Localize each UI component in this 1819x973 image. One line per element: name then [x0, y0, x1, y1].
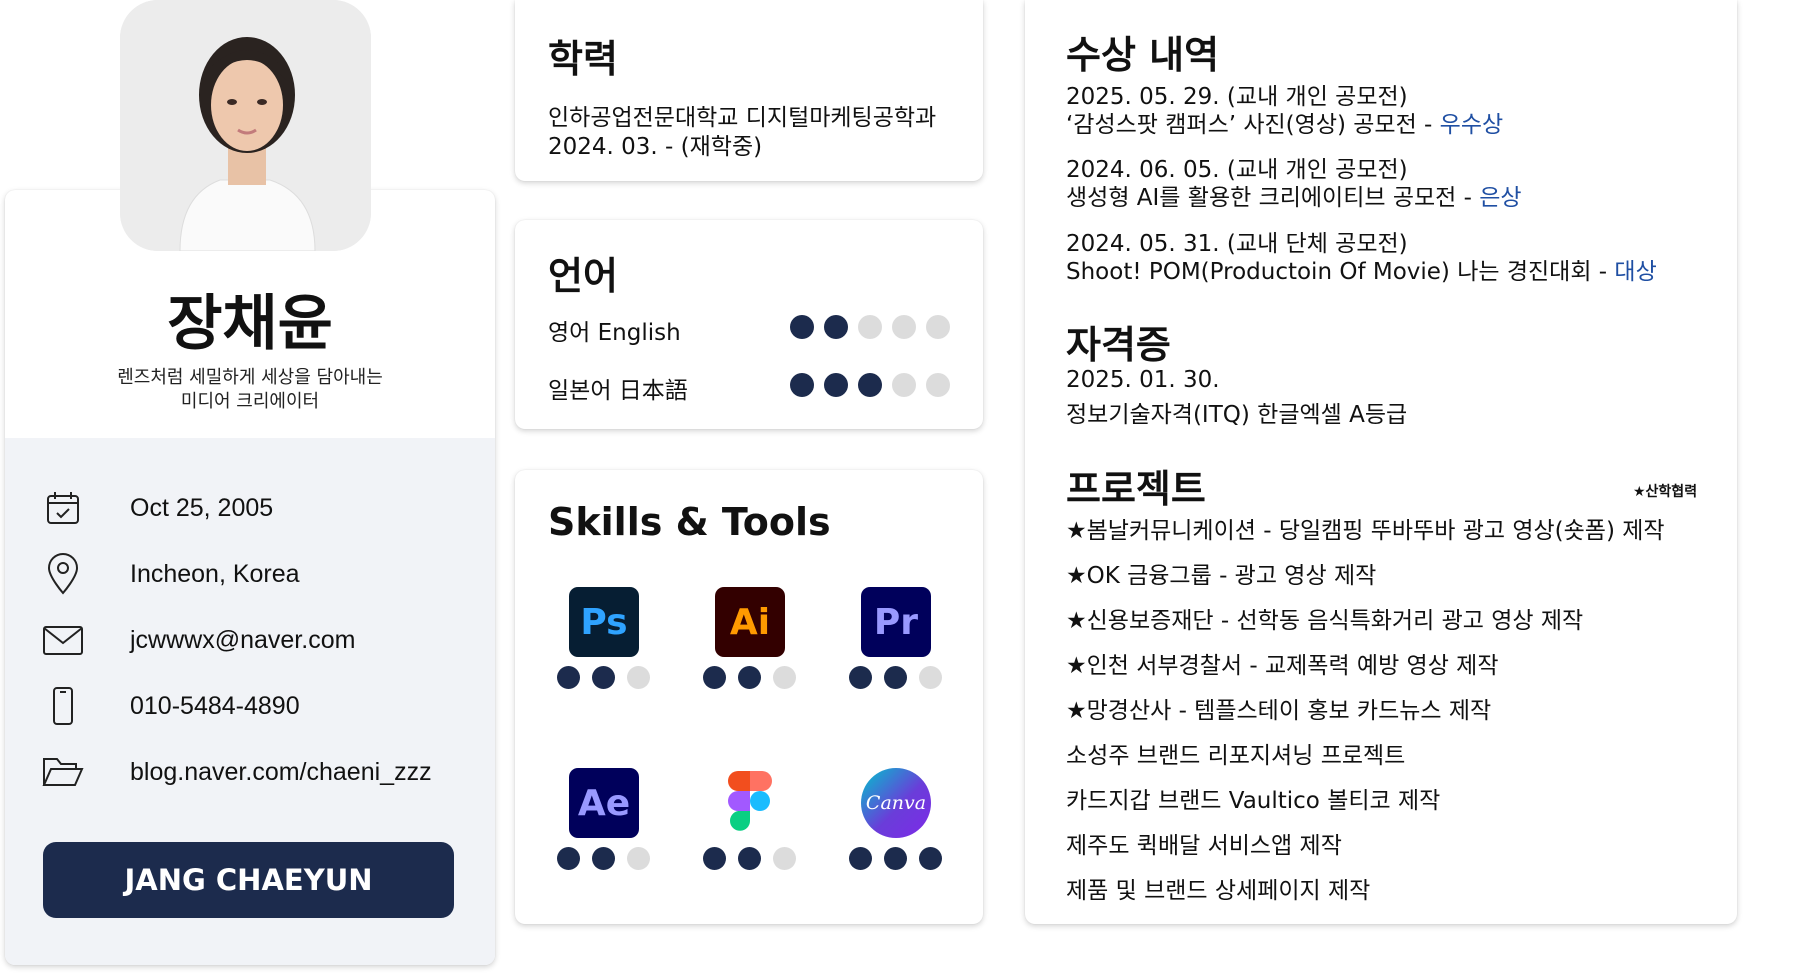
contact-text[interactable]: 010-5484-4890 [130, 692, 300, 721]
after-effects-icon: Ae [569, 768, 639, 838]
tool-level-dot [627, 847, 650, 870]
tool-level-dot [884, 666, 907, 689]
folder-icon [40, 749, 86, 795]
mail-icon [40, 617, 86, 663]
projects-title: 프로젝트 [1066, 467, 1206, 511]
award-desc: Shoot! POM(Productoin Of Movie) 나는 경진대회 … [1066, 252, 1657, 286]
profile-tagline: 렌즈처럼 세밀하게 세상을 담아내는 미디어 크리에이터 [5, 366, 495, 414]
project-item: 제품 및 브랜드 상세페이지 제작 [1066, 878, 1371, 904]
calendar-icon [40, 485, 86, 531]
award-desc-text: 생성형 AI를 활용한 크리에이티브 공모전 - [1066, 185, 1480, 211]
language-level-dot [824, 373, 848, 397]
name-button[interactable]: JANG CHAEYUN [43, 842, 454, 918]
project-item: ★인천 서부경찰서 - 교제폭력 예방 영상 제작 [1066, 653, 1499, 679]
award-desc-text: ‘감성스팟 캠퍼스’ 사진(영상) 공모전 - [1066, 112, 1440, 138]
language-level-dot [858, 315, 882, 339]
language-label-english: 영어 English [548, 320, 681, 346]
award-desc-text: Shoot! POM(Productoin Of Movie) 나는 경진대회 … [1066, 259, 1615, 285]
award-desc: ‘감성스팟 캠퍼스’ 사진(영상) 공모전 - 우수상 [1066, 105, 1503, 139]
tool-level-dot [773, 847, 796, 870]
profile-photo [120, 0, 371, 251]
skills-title: Skills & Tools [548, 500, 831, 544]
tool-level-dot [703, 666, 726, 689]
phone-icon [40, 683, 86, 729]
project-item: 제주도 퀵배달 서비스앱 제작 [1066, 833, 1342, 859]
language-level-dot [926, 315, 950, 339]
award-prize: 은상 [1479, 185, 1522, 211]
contact-location: Incheon, Korea [40, 551, 300, 597]
contact-text: Incheon, Korea [130, 559, 300, 588]
project-item: ★망경산사 - 템플스테이 홍보 카드뉴스 제작 [1066, 698, 1492, 724]
language-level-dot [824, 315, 848, 339]
project-item: 카드지갑 브랜드 Vaultico 볼티코 제작 [1066, 788, 1441, 814]
education-title: 학력 [548, 37, 618, 81]
certificate-date: 2025. 01. 30. [1066, 367, 1220, 393]
awards-title: 수상 내역 [1066, 33, 1220, 77]
tool-level-dot [703, 847, 726, 870]
tool-level-dot [592, 666, 615, 689]
language-level-dot [790, 315, 814, 339]
contact-birthdate: Oct 25, 2005 [40, 485, 273, 531]
award-prize: 우수상 [1439, 112, 1504, 138]
figma-icon [715, 768, 785, 838]
certificate-title: 자격증 [1066, 323, 1171, 367]
language-level-dot [892, 373, 916, 397]
tagline-line-1: 렌즈처럼 세밀하게 세상을 담아내는 [117, 367, 383, 388]
education-period: 2024. 03. - (재학중) [548, 134, 763, 160]
project-item: ★OK 금융그룹 - 광고 영상 제작 [1066, 563, 1377, 589]
award-desc: 생성형 AI를 활용한 크리에이티브 공모전 - 은상 [1066, 178, 1522, 212]
tool-level-dot [919, 666, 942, 689]
contact-text[interactable]: blog.naver.com/chaeni_zzz [130, 758, 432, 787]
premiere-icon: Pr [861, 587, 931, 657]
canva-icon: Canva [861, 768, 931, 838]
language-level-dot [892, 315, 916, 339]
tool-level-dot [592, 847, 615, 870]
project-item: ★봄날커뮤니케이션 - 당일캠핑 뚜바뚜바 광고 영상(숏폼) 제작 [1066, 518, 1665, 544]
tool-level-dot [627, 666, 650, 689]
certificate-name: 정보기술자격(ITQ) 한글엑셀 A등급 [1066, 402, 1408, 428]
tool-level-dot [773, 666, 796, 689]
canva-icon-text: Canva [865, 792, 927, 814]
tagline-line-2: 미디어 크리에이터 [180, 391, 320, 412]
location-pin-icon [40, 551, 86, 597]
photoshop-icon: Ps [569, 587, 639, 657]
contact-text: Oct 25, 2005 [130, 493, 274, 522]
tool-level-dot [557, 847, 580, 870]
tool-level-dot [919, 847, 942, 870]
tool-level-dot [738, 666, 761, 689]
language-title: 언어 [548, 254, 618, 298]
language-label-japanese: 일본어 日本語 [548, 378, 688, 404]
tool-level-dot [884, 847, 907, 870]
award-prize: 대상 [1614, 259, 1657, 285]
profile-name: 장채윤 [167, 289, 333, 359]
projects-note: ★산학협력 [1633, 484, 1698, 500]
project-item: ★신용보증재단 - 선학동 음식특화거리 광고 영상 제작 [1066, 608, 1584, 634]
tool-level-dot [738, 847, 761, 870]
tool-level-dot [849, 847, 872, 870]
language-level-dot [790, 373, 814, 397]
language-level-dot [926, 373, 950, 397]
illustrator-icon: Ai [715, 587, 785, 657]
contact-phone[interactable]: 010-5484-4890 [40, 683, 300, 729]
contact-text[interactable]: jcwwwx@naver.com [130, 626, 355, 655]
contact-email[interactable]: jcwwwx@naver.com [40, 617, 355, 663]
language-level-dot [858, 373, 882, 397]
tool-level-dot [849, 666, 872, 689]
tool-level-dot [557, 666, 580, 689]
contact-blog[interactable]: blog.naver.com/chaeni_zzz [40, 749, 432, 795]
project-item: 소성주 브랜드 리포지셔닝 프로젝트 [1066, 743, 1406, 769]
